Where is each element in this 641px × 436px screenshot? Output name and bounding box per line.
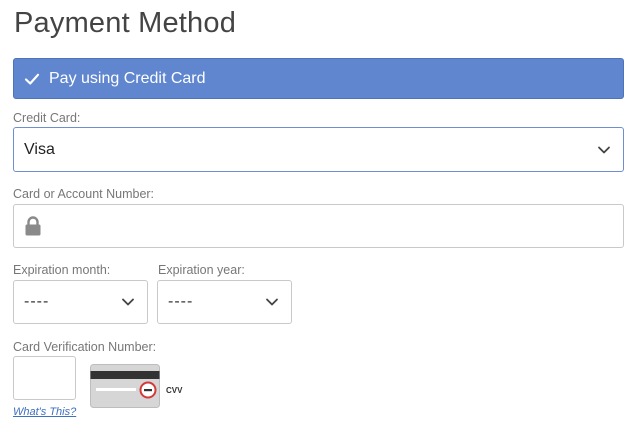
- account-number-field[interactable]: [13, 204, 624, 248]
- chevron-down-icon: [266, 298, 278, 306]
- lock-icon: [25, 216, 41, 236]
- expiration-year-select[interactable]: ----: [157, 280, 292, 324]
- credit-card-selected-value: Visa: [24, 140, 55, 158]
- pay-credit-card-option[interactable]: Pay using Credit Card: [13, 58, 624, 99]
- pay-credit-card-label: Pay using Credit Card: [49, 69, 206, 87]
- expiration-year-label: Expiration year:: [158, 263, 245, 277]
- whats-this-link[interactable]: What's This?: [13, 406, 76, 418]
- expiration-month-selected-value: ----: [24, 293, 50, 310]
- expiration-month-select[interactable]: ----: [13, 280, 148, 324]
- cvv-input[interactable]: [13, 356, 76, 400]
- credit-card-label: Credit Card:: [13, 111, 81, 125]
- account-number-input[interactable]: [42, 204, 623, 248]
- account-number-label: Card or Account Number:: [13, 187, 155, 201]
- credit-card-select[interactable]: Visa: [13, 127, 624, 172]
- chevron-down-icon: [122, 298, 134, 306]
- expiration-year-selected-value: ----: [168, 293, 194, 310]
- chevron-down-icon: [598, 146, 610, 153]
- cvv-badge: CVV: [166, 386, 183, 395]
- cvv-card-illustration-icon: CVV: [90, 364, 183, 408]
- check-icon: [24, 73, 40, 85]
- cvv-label: Card Verification Number:: [13, 340, 157, 354]
- expiration-month-label: Expiration month:: [13, 263, 111, 277]
- page-title: Payment Method: [14, 7, 237, 39]
